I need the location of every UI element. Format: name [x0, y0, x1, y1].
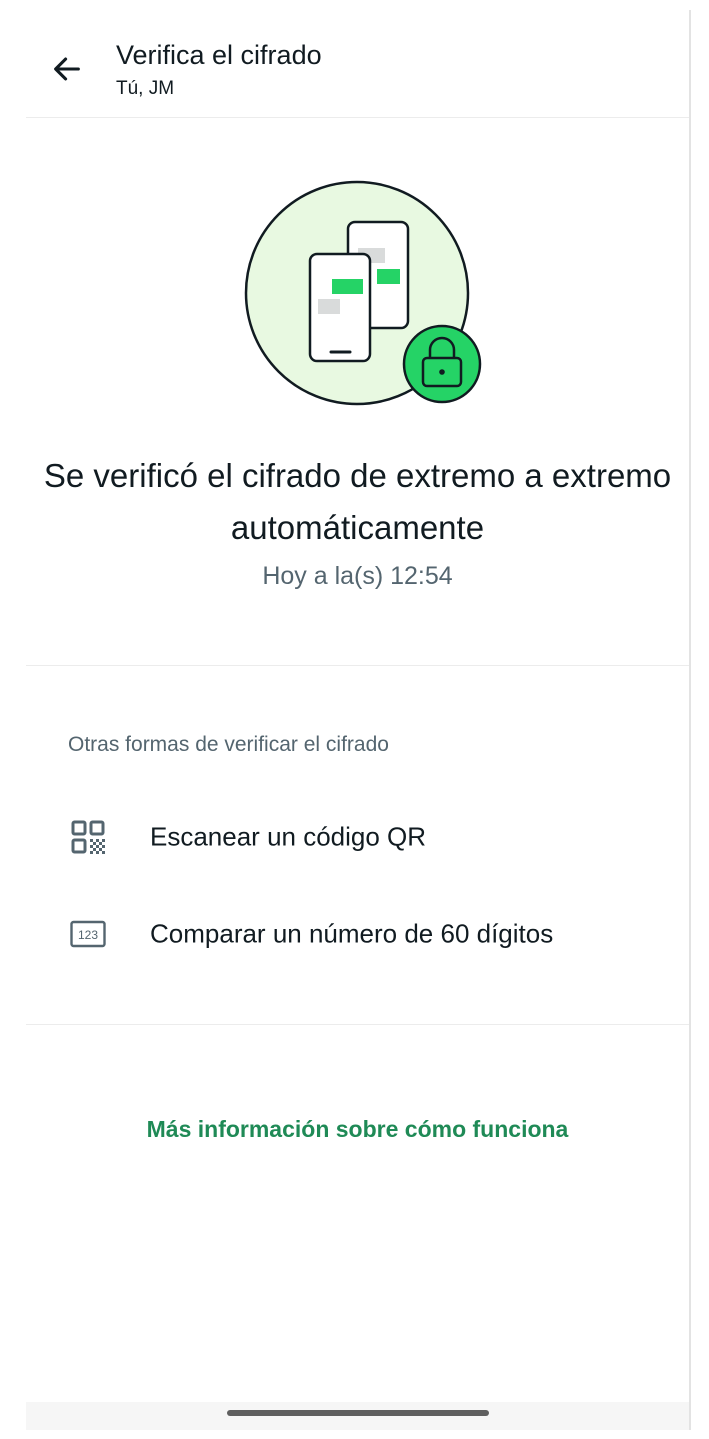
qr-code-icon [70, 819, 106, 855]
encryption-illustration [240, 176, 490, 412]
compare-number-option[interactable]: 123 Comparar un número de 60 dígitos [26, 889, 689, 979]
scan-qr-label: Escanear un código QR [150, 821, 427, 852]
screen-edge [689, 10, 691, 1430]
page-title: Verifica el cifrado [116, 40, 322, 70]
verification-timestamp: Hoy a la(s) 12:54 [262, 562, 453, 590]
scan-qr-option[interactable]: Escanear un código QR [26, 792, 689, 882]
number-123-icon-text: 123 [78, 928, 98, 942]
verification-heading: Se verificó el cifrado de extremo a extr… [43, 457, 672, 546]
verify-encryption-screen: Verifica el cifrado Tú, JM Se verificó e… [0, 0, 709, 1439]
app-header: Verifica el cifrado Tú, JM [0, 0, 689, 117]
padlock-icon [402, 324, 482, 404]
header-divider [26, 117, 689, 118]
number-123-icon: 123 [70, 916, 106, 952]
back-button[interactable] [44, 48, 90, 94]
page-subtitle: Tú, JM [116, 78, 175, 99]
other-methods-label: Otras formas de verificar el cifrado [68, 733, 389, 756]
compare-number-label: Comparar un número de 60 dígitos [150, 918, 554, 949]
learn-more-link[interactable]: Más información sobre cómo funciona [26, 1116, 689, 1143]
options-divider [26, 1024, 689, 1025]
system-nav-bar [26, 1402, 689, 1430]
home-indicator[interactable] [227, 1410, 489, 1416]
section-divider [26, 665, 689, 666]
arrow-left-icon [50, 52, 84, 91]
